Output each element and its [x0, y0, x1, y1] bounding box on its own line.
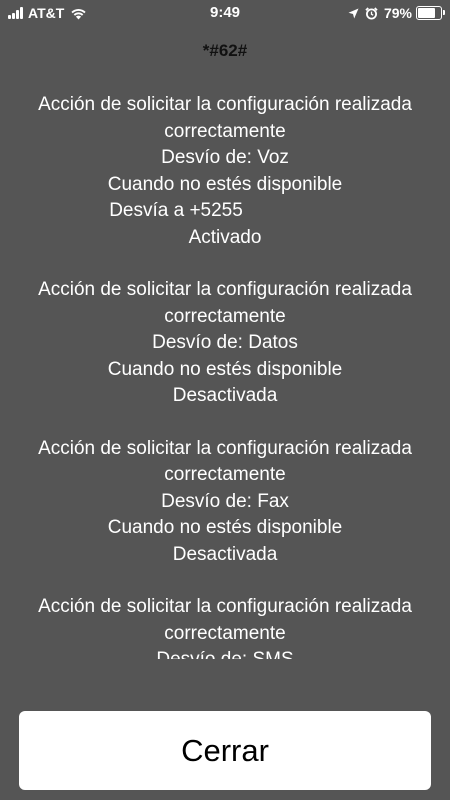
message-block-datos: Acción de solicitar la configuración rea… [0, 277, 450, 410]
message-line: correctamente [164, 622, 286, 644]
message-line: correctamente [164, 305, 286, 327]
message-line: Desvío de: Fax [161, 490, 289, 512]
message-line: Acción de solicitar la configuración rea… [38, 279, 412, 300]
message-list[interactable]: Acción de solicitar la configuración rea… [0, 92, 450, 659]
message-line: Cuando no estés disponible [107, 173, 343, 195]
message-line: Cuando no estés disponible [107, 358, 343, 380]
message-line: Acción de solicitar la configuración rea… [38, 596, 412, 617]
message-line: correctamente [164, 464, 286, 485]
message-line: correctamente [164, 120, 286, 142]
message-block-fax: Acción de solicitar la configuración rea… [0, 436, 450, 569]
message-line: Desvío de: Datos [152, 332, 298, 353]
message-line: Acción de solicitar la configuración rea… [38, 437, 412, 459]
message-line: Desvío de: SMS [0, 647, 450, 659]
status-line: Desactivada [172, 385, 278, 406]
battery-level [418, 8, 436, 18]
status-line: Activado [188, 226, 262, 248]
battery-icon [416, 6, 445, 20]
battery-percent: 79% [383, 5, 412, 21]
location-icon [348, 8, 359, 19]
message-block-sms: Acción de solicitar la configuración rea… [0, 594, 450, 659]
forward-number-line: Desvía a +5255 [109, 200, 243, 221]
alarm-icon [365, 6, 378, 20]
message-line: Desvío de: Voz [161, 147, 289, 168]
status-line: Desactivada [172, 543, 278, 565]
message-block-voz: Acción de solicitar la configuración rea… [0, 92, 450, 251]
message-line: Acción de solicitar la configuración rea… [38, 94, 412, 115]
dialog-title: *#62# [202, 41, 248, 60]
status-bar: AT&T 9:49 79% [0, 0, 450, 26]
message-line: Cuando no estés disponible [107, 517, 343, 538]
close-button[interactable]: Cerrar [19, 711, 431, 790]
status-right: 79% [348, 4, 445, 22]
